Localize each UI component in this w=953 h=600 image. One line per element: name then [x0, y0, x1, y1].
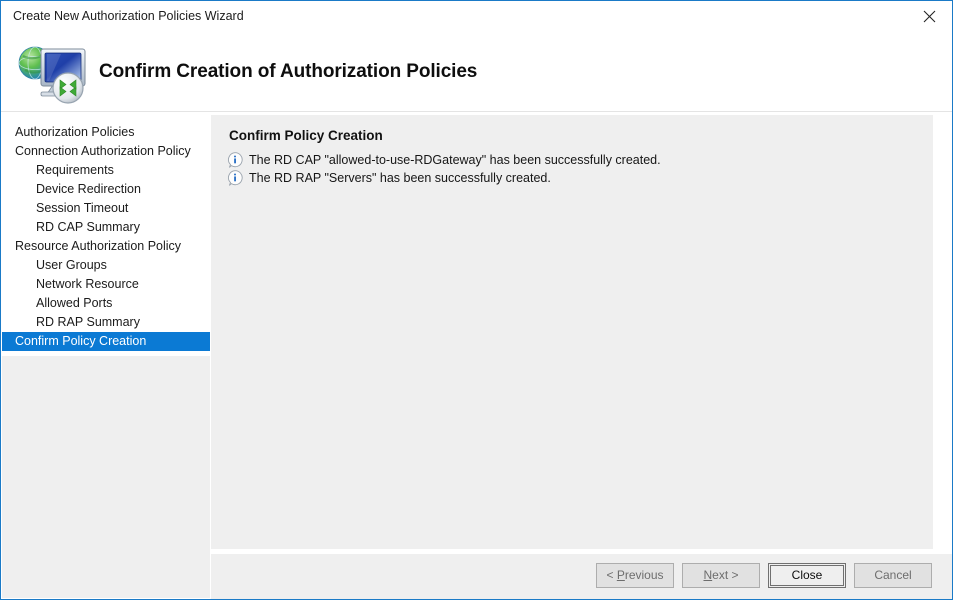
confirmation-message-text: The RD RAP "Servers" has been successful…: [249, 170, 551, 186]
wizard-step-sidebar: Authorization PoliciesConnection Authori…: [2, 113, 210, 598]
window-title: Create New Authorization Policies Wizard: [1, 1, 244, 31]
sidebar-item-rd-rap-summary[interactable]: RD RAP Summary: [2, 313, 210, 332]
sidebar-item-confirm-policy-creation[interactable]: Confirm Policy Creation: [2, 332, 210, 351]
title-bar: Create New Authorization Policies Wizard: [1, 1, 952, 31]
sidebar-item-allowed-ports[interactable]: Allowed Ports: [2, 294, 210, 313]
sidebar-item-session-timeout[interactable]: Session Timeout: [2, 199, 210, 218]
confirmation-message-list: The RD CAP "allowed-to-use-RDGateway" ha…: [227, 152, 933, 187]
close-icon[interactable]: [906, 1, 952, 31]
confirmation-message: The RD RAP "Servers" has been successful…: [227, 170, 933, 187]
content-heading: Confirm Policy Creation: [229, 128, 933, 143]
wizard-window: Create New Authorization Policies Wizard: [0, 0, 953, 600]
info-icon: [227, 152, 243, 168]
sidebar-item-requirements[interactable]: Requirements: [2, 161, 210, 180]
previous-button: < Previous: [596, 563, 674, 588]
footer-bar: < Previous Next > Close Cancel: [211, 554, 953, 600]
confirmation-message-text: The RD CAP "allowed-to-use-RDGateway" ha…: [249, 152, 661, 168]
close-button[interactable]: Close: [768, 563, 846, 588]
info-icon: [227, 170, 243, 186]
sidebar-item-connection-authorization-policy[interactable]: Connection Authorization Policy: [2, 142, 210, 161]
banner-divider: [1, 111, 952, 112]
content-panel: Confirm Policy Creation The RD CAP "allo…: [211, 115, 933, 549]
sidebar-item-resource-authorization-policy[interactable]: Resource Authorization Policy: [2, 237, 210, 256]
sidebar-item-network-resource[interactable]: Network Resource: [2, 275, 210, 294]
cancel-button: Cancel: [854, 563, 932, 588]
wizard-banner: Confirm Creation of Authorization Polici…: [1, 31, 952, 112]
sidebar-item-user-groups[interactable]: User Groups: [2, 256, 210, 275]
step-list: Authorization PoliciesConnection Authori…: [2, 113, 210, 351]
confirmation-message: The RD CAP "allowed-to-use-RDGateway" ha…: [227, 152, 933, 169]
sidebar-item-authorization-policies[interactable]: Authorization Policies: [2, 123, 210, 142]
next-button: Next >: [682, 563, 760, 588]
button-row: < Previous Next > Close Cancel: [596, 563, 932, 588]
page-title: Confirm Creation of Authorization Polici…: [99, 61, 477, 83]
sidebar-item-rd-cap-summary[interactable]: RD CAP Summary: [2, 218, 210, 237]
sidebar-item-device-redirection[interactable]: Device Redirection: [2, 180, 210, 199]
rd-gateway-globe-monitor-icon: [13, 37, 91, 107]
